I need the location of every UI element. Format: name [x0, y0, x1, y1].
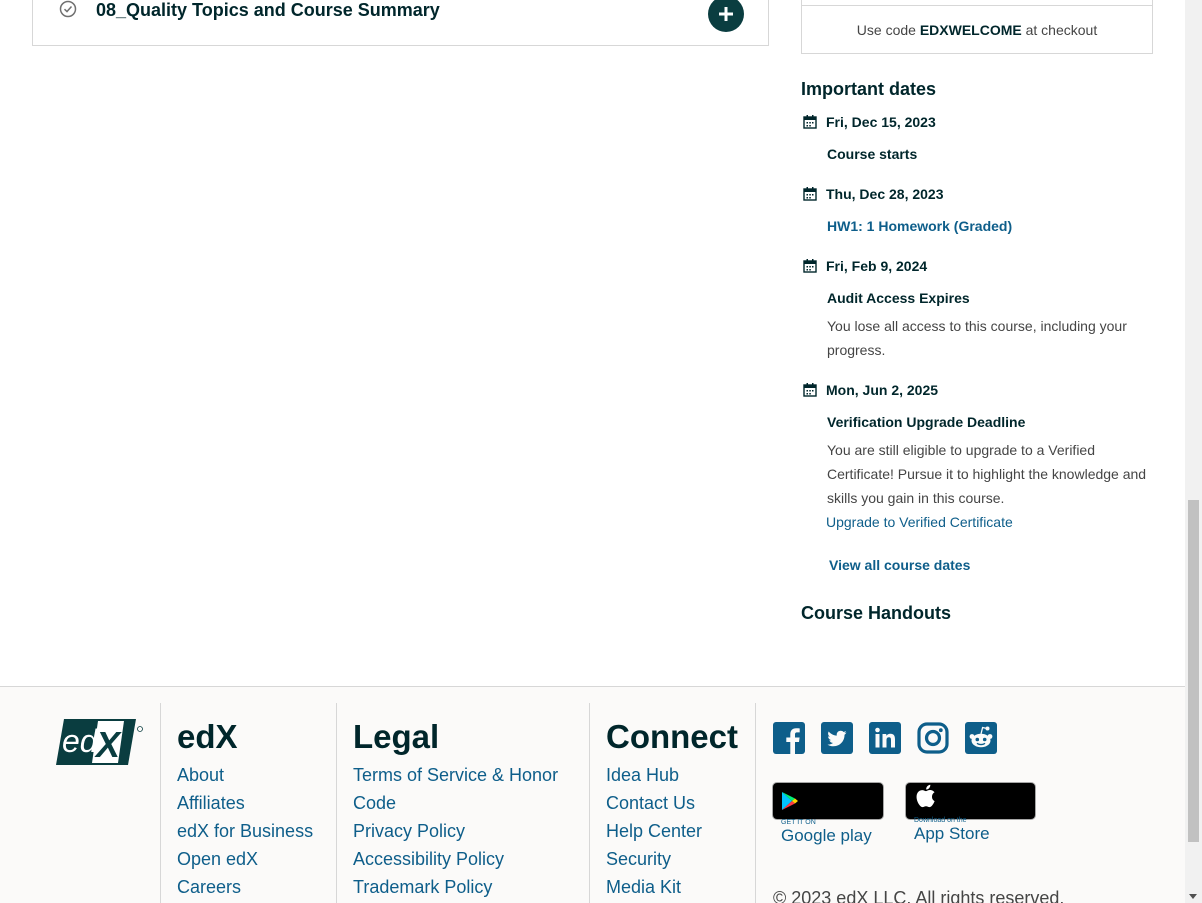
date-text: Thu, Dec 28, 2023 [826, 186, 944, 202]
footer-link-contact[interactable]: Contact Us [606, 789, 756, 817]
scroll-down-arrow-icon[interactable] [1189, 894, 1197, 899]
app-store-button[interactable]: Download on the App Store [905, 782, 1036, 843]
footer-link-careers[interactable]: Careers [177, 873, 336, 901]
linkedin-icon[interactable] [868, 721, 902, 755]
footer-link-security[interactable]: Security [606, 845, 756, 873]
footer-link-accessibility[interactable]: Accessibility Policy [353, 845, 583, 873]
instagram-icon[interactable] [916, 721, 950, 755]
footer-link-trademark[interactable]: Trademark Policy [353, 873, 583, 901]
view-all-dates-link[interactable]: View all course dates [829, 557, 970, 573]
google-play-big: Google play [781, 826, 872, 845]
footer-edx-heading: edX [177, 718, 238, 755]
footer-column-legal: Legal Terms of Service & Honor Code Priv… [336, 703, 589, 903]
scrollbar-thumb[interactable] [1188, 500, 1199, 842]
date-text: Fri, Feb 9, 2024 [826, 258, 928, 274]
important-dates-heading: Important dates [801, 79, 937, 99]
twitter-icon[interactable] [820, 721, 854, 755]
promo-code-line: Use code EDXWELCOME at checkout [802, 22, 1152, 38]
copyright-text: © 2023 edX LLC. All rights reserved. [773, 888, 1065, 903]
app-store-big: App Store [914, 824, 990, 843]
calendar-icon [803, 187, 817, 201]
footer-link-idea-hub[interactable]: Idea Hub [606, 761, 756, 789]
footer-legal-heading: Legal [353, 718, 440, 755]
date-row: Fri, Dec 15, 2023 [803, 114, 936, 130]
promo-suffix: at checkout [1021, 22, 1098, 38]
plus-icon [719, 7, 733, 21]
footer-column-edx: edX About Affiliates edX for Business Op… [160, 703, 336, 903]
footer-link-affiliates[interactable]: Affiliates [177, 789, 336, 817]
google-play-icon [782, 792, 798, 810]
calendar-icon [803, 383, 817, 397]
footer-link-help[interactable]: Help Center [606, 817, 756, 845]
date-description: You lose all access to this course, incl… [827, 318, 1127, 358]
edx-logo[interactable]: ed X [56, 719, 144, 765]
apple-icon [916, 784, 935, 808]
promo-prefix: Use code [856, 22, 920, 38]
reddit-icon[interactable] [964, 721, 998, 755]
google-play-button[interactable]: GET IT ON Google play [772, 782, 884, 845]
date-row: Thu, Dec 28, 2023 [803, 186, 944, 202]
footer-link-open-edx[interactable]: Open edX [177, 845, 336, 873]
upgrade-link[interactable]: Upgrade to Verified Certificate [826, 514, 1013, 530]
footer-column-connect: Connect Idea Hub Contact Us Help Center … [589, 703, 756, 903]
date-row: Mon, Jun 2, 2025 [803, 382, 938, 398]
promo-divider [802, 5, 1152, 6]
section-title: 08_Quality Topics and Course Summary [96, 0, 440, 20]
date-title: Course starts [827, 146, 918, 162]
homework-link[interactable]: HW1: 1 Homework (Graded) [827, 218, 1012, 234]
promo-code: EDXWELCOME [919, 22, 1022, 38]
footer-link-business[interactable]: edX for Business [177, 817, 336, 845]
footer-link-privacy[interactable]: Privacy Policy [353, 817, 583, 845]
facebook-icon[interactable] [772, 721, 806, 755]
svg-text:X: X [94, 724, 122, 765]
footer-connect-heading: Connect [606, 718, 738, 755]
course-handouts-heading: Course Handouts [801, 603, 952, 623]
footer-link-about[interactable]: About [177, 761, 336, 789]
site-footer: ed X edX About Affiliates edX for Busine… [0, 686, 1185, 903]
footer-link-media-kit[interactable]: Media Kit [606, 873, 756, 901]
page-scrollbar[interactable] [1185, 0, 1202, 903]
date-text: Fri, Dec 15, 2023 [826, 114, 936, 130]
promo-box: Use code EDXWELCOME at checkout [801, 0, 1153, 54]
date-title: Audit Access Expires [827, 290, 970, 306]
app-store-buttons: GET IT ON Google play Download on the Ap… [772, 782, 1036, 845]
date-title: Verification Upgrade Deadline [827, 414, 1026, 430]
expand-section-button[interactable] [708, 0, 744, 32]
date-row: Fri, Feb 9, 2024 [803, 258, 927, 274]
course-section-card[interactable]: 08_Quality Topics and Course Summary [32, 0, 769, 46]
footer-link-terms[interactable]: Terms of Service & Honor Code [353, 761, 583, 817]
calendar-icon [803, 115, 817, 129]
svg-text:ed: ed [62, 723, 99, 759]
social-links [772, 721, 998, 755]
calendar-icon [803, 259, 817, 273]
date-text: Mon, Jun 2, 2025 [826, 382, 939, 398]
date-description: You are still eligible to upgrade to a V… [827, 442, 1147, 506]
check-circle-icon [59, 0, 77, 18]
footer-column-social: GET IT ON Google play Download on the Ap… [755, 703, 1175, 903]
